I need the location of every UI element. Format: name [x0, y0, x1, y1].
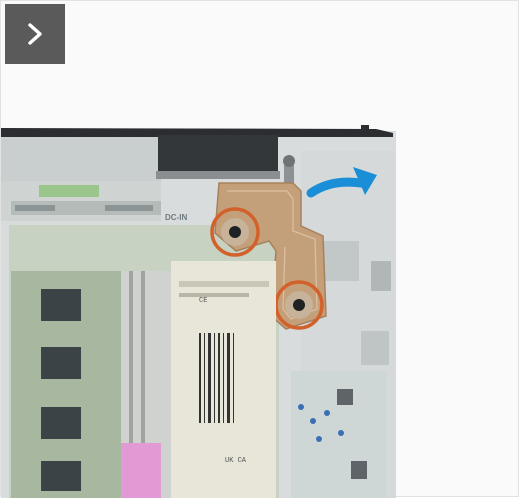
step-frame: DC-IN CE UK CA [0, 0, 519, 498]
ram-ce-mark: CE [199, 297, 208, 305]
hinge-cover [158, 135, 278, 177]
laptop-interior-diagram [1, 125, 396, 498]
chevron-right-icon [28, 23, 42, 45]
dc-in-label: DC-IN [165, 213, 188, 222]
ram-ukca-mark: UK CA [225, 457, 247, 465]
hinge-removal-illustration [1, 121, 519, 498]
green-cable [39, 185, 99, 197]
pink-sticker [121, 443, 161, 498]
next-step-button[interactable] [5, 4, 65, 64]
